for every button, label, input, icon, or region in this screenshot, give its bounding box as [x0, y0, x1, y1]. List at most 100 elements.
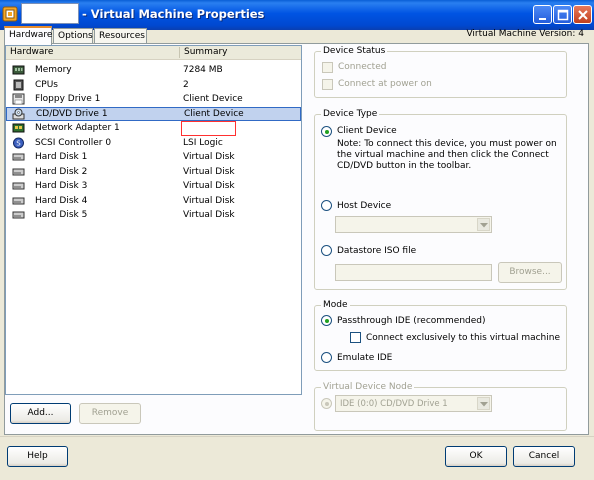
help-button[interactable]: Help: [7, 446, 68, 467]
hard-disk-icon: [12, 197, 25, 204]
vm-version-label: Virtual Machine Version: 4: [466, 29, 584, 39]
hardware-name: Network Adapter 1: [35, 123, 120, 133]
hardware-summary: 2: [183, 79, 189, 90]
virtual-device-node-radio[interactable]: [321, 398, 332, 409]
column-divider[interactable]: [179, 47, 180, 58]
hardware-summary: Client Device: [183, 94, 243, 104]
column-header-hardware[interactable]: Hardware: [10, 47, 53, 57]
connect-at-power-on-checkbox[interactable]: [322, 79, 333, 90]
host-device-label: Host Device: [337, 201, 392, 211]
hardware-row-hard-disk-3[interactable]: Hard Disk 3 Virtual Disk: [6, 179, 301, 194]
hard-disk-icon: [12, 182, 25, 190]
client-device-note: Note: To connect this device, you must p…: [337, 139, 557, 171]
hardware-summary: Virtual Disk: [183, 166, 235, 177]
hardware-row-network-adapter[interactable]: Network Adapter 1: [6, 121, 301, 136]
ok-button[interactable]: OK: [445, 446, 507, 467]
hard-disk-icon: [12, 168, 25, 175]
hardware-summary: Client Device: [184, 108, 244, 119]
dropdown-arrow: [477, 397, 490, 410]
datastore-iso-radio[interactable]: [321, 245, 332, 256]
hard-disk-icon: [12, 211, 25, 219]
cd-dvd-icon: [12, 108, 25, 119]
emulate-ide-label: Emulate IDE: [337, 353, 393, 363]
passthrough-ide-label: Passthrough IDE (recommended): [337, 316, 486, 326]
maximize-button[interactable]: [553, 5, 572, 24]
tab-label: Resources: [99, 31, 145, 41]
tab-options[interactable]: Options: [53, 28, 93, 44]
connect-exclusively-label: Connect exclusively to this virtual mach…: [366, 333, 561, 343]
redacted-vm-name: [21, 3, 79, 24]
client-device-label: Client Device: [337, 126, 397, 136]
hardware-name: Hard Disk 3: [35, 181, 88, 191]
virtual-device-node-value: IDE (0:0) CD/DVD Drive 1: [340, 399, 448, 409]
svg-text:S: S: [16, 139, 21, 147]
hardware-name: SCSI Controller 0: [35, 137, 112, 148]
close-button[interactable]: [573, 5, 592, 24]
chevron-down-icon: [480, 402, 488, 407]
datastore-iso-path-input[interactable]: [335, 264, 492, 281]
hardware-list[interactable]: Hardware Summary Memory 7284 MB CPUs 2 F…: [5, 45, 302, 395]
tab-label: Options: [58, 31, 93, 41]
tab-label: Hardware: [9, 30, 53, 40]
hardware-name: CD/DVD Drive 1: [36, 108, 108, 119]
footer-separator: [0, 436, 594, 437]
virtual-device-node-title: Virtual Device Node: [321, 382, 415, 392]
device-status-title: Device Status: [321, 46, 388, 56]
cpu-icon: [13, 79, 24, 90]
connect-exclusively-checkbox[interactable]: [350, 332, 361, 343]
chevron-down-icon: [480, 223, 488, 228]
hardware-summary: Virtual Disk: [183, 152, 235, 162]
dropdown-arrow: [477, 218, 490, 231]
virtual-device-node-select[interactable]: IDE (0:0) CD/DVD Drive 1: [335, 395, 492, 412]
hardware-summary: Virtual Disk: [183, 181, 235, 191]
host-device-radio[interactable]: [321, 200, 332, 211]
hardware-row-floppy[interactable]: Floppy Drive 1 Client Device: [6, 92, 301, 107]
connect-at-power-on-label: Connect at power on: [338, 79, 432, 89]
hardware-name: Memory: [35, 65, 72, 75]
column-header-summary[interactable]: Summary: [184, 47, 228, 57]
floppy-icon: [12, 93, 25, 105]
hardware-name: Hard Disk 4: [35, 195, 88, 206]
hardware-row-memory[interactable]: Memory 7284 MB: [6, 63, 301, 78]
memory-icon: [12, 65, 25, 75]
hardware-row-hard-disk-4[interactable]: Hard Disk 4 Virtual Disk: [6, 194, 301, 209]
hardware-summary: LSI Logic: [183, 137, 223, 148]
minimize-icon: [539, 18, 546, 20]
hardware-list-header: Hardware Summary: [6, 46, 301, 60]
add-button[interactable]: Add...: [10, 403, 71, 424]
hardware-name: Hard Disk 5: [35, 210, 88, 220]
network-adapter-icon: [12, 123, 25, 133]
title-bar[interactable]: - Virtual Machine Properties: [0, 0, 594, 30]
emulate-ide-radio[interactable]: [321, 352, 332, 363]
close-icon: [578, 10, 588, 20]
tab-resources[interactable]: Resources: [94, 28, 147, 44]
hardware-row-cd-dvd[interactable]: CD/DVD Drive 1 Client Device: [6, 106, 301, 121]
connected-checkbox[interactable]: [322, 62, 333, 73]
passthrough-ide-radio[interactable]: [321, 315, 332, 326]
client-device-radio[interactable]: [321, 126, 332, 137]
remove-button[interactable]: Remove: [79, 403, 141, 424]
redacted-network-summary: [181, 121, 236, 136]
maximize-icon: [557, 9, 569, 21]
connected-label: Connected: [338, 62, 387, 72]
browse-button[interactable]: Browse...: [498, 262, 562, 283]
hardware-name: Hard Disk 1: [35, 152, 88, 162]
minimize-button[interactable]: [533, 5, 552, 24]
hardware-summary: Virtual Disk: [183, 210, 235, 220]
hardware-row-hard-disk-1[interactable]: Hard Disk 1 Virtual Disk: [6, 150, 301, 165]
host-device-select[interactable]: [335, 216, 492, 233]
scsi-icon: S: [13, 137, 24, 148]
device-type-title: Device Type: [321, 109, 380, 119]
hardware-row-scsi-controller[interactable]: S SCSI Controller 0 LSI Logic: [6, 136, 301, 151]
hardware-row-hard-disk-5[interactable]: Hard Disk 5 Virtual Disk: [6, 208, 301, 223]
device-status-group: Device Status: [314, 46, 567, 98]
tab-hardware[interactable]: Hardware: [4, 26, 52, 45]
cancel-button[interactable]: Cancel: [513, 446, 575, 467]
hardware-summary: Virtual Disk: [183, 195, 235, 206]
hardware-row-cpus[interactable]: CPUs 2: [6, 78, 301, 93]
hardware-name: Hard Disk 2: [35, 166, 88, 177]
window-title: - Virtual Machine Properties: [82, 7, 265, 21]
hardware-summary: 7284 MB: [183, 65, 223, 75]
hardware-row-hard-disk-2[interactable]: Hard Disk 2 Virtual Disk: [6, 165, 301, 180]
mode-title: Mode: [321, 300, 350, 310]
